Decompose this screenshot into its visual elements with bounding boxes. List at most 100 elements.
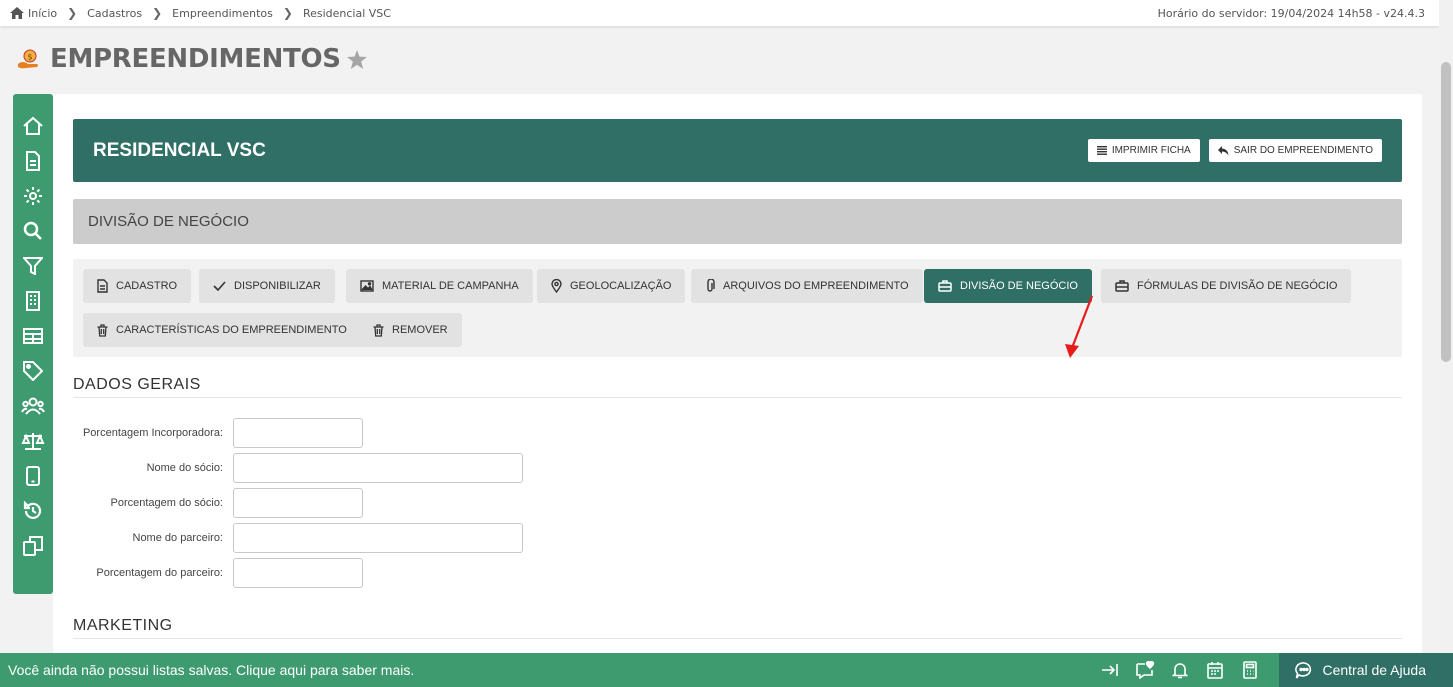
print-sheet-button[interactable]: IMPRIMIR FICHA: [1087, 139, 1200, 162]
print-sheet-label: IMPRIMIR FICHA: [1111, 145, 1191, 156]
calculator-icon[interactable]: [1232, 653, 1267, 687]
tab-remover-label: REMOVER: [392, 324, 448, 336]
tab-disponibilizar-label: DISPONIBILIZAR: [234, 280, 321, 292]
sidebar-item-users[interactable]: [13, 388, 53, 423]
bottom-bar: Você ainda não possui listas salvas. Cli…: [0, 653, 1453, 687]
breadcrumb-inicio[interactable]: Início: [28, 7, 57, 20]
exit-enterprise-button[interactable]: SAIR DO EMPREENDIMENTO: [1208, 139, 1382, 162]
tab-geolocalizacao[interactable]: GEOLOCALIZAÇÃO: [537, 269, 686, 303]
image-icon: [360, 280, 374, 292]
left-sidebar: [13, 94, 53, 594]
chat-bubble-icon: [1295, 661, 1313, 679]
file-icon: [97, 279, 108, 293]
breadcrumb: Início ❯ Cadastros ❯ Empreendimentos ❯ R…: [10, 6, 391, 20]
heart-chat-icon[interactable]: [1127, 653, 1162, 687]
sidebar-item-tag[interactable]: [13, 353, 53, 388]
building-icon: [26, 290, 40, 311]
tab-formulas-de-divisao-de-negocio-label: FÓRMULAS DE DIVISÃO DE NEGÓCIO: [1137, 280, 1338, 292]
section-subheader: DIVISÃO DE NEGÓCIO: [73, 199, 1402, 244]
breadcrumb-empreendimentos[interactable]: Empreendimentos: [172, 7, 273, 20]
main-card: RESIDENCIAL VSC IMPRIMIR FICHA SAIR DO E…: [53, 94, 1422, 654]
field-label: Nome do parceiro:: [132, 532, 224, 544]
tab-remover[interactable]: REMOVER: [359, 313, 462, 347]
check-icon: [213, 281, 226, 291]
svg-text:$: $: [27, 53, 32, 62]
sidebar-item-settings[interactable]: [13, 178, 53, 213]
field-label: Porcentagem Incorporadora:: [82, 427, 223, 439]
tab-caracteristicas-do-empreendimento[interactable]: CARACTERÍSTICAS DO EMPREENDIMENTO: [83, 313, 361, 347]
dados-gerais-heading: DADOS GERAIS: [73, 376, 201, 393]
home-icon: [23, 116, 43, 135]
search-icon: [23, 221, 42, 240]
balance-icon: [21, 432, 45, 450]
sidebar-item-balance[interactable]: [13, 423, 53, 458]
chevron-right-icon: ❯: [152, 6, 163, 20]
filter-icon: [23, 256, 43, 275]
hand-coin-icon: $: [17, 47, 41, 71]
help-center-label: Central de Ajuda: [1322, 662, 1426, 678]
top-bar: Início ❯ Cadastros ❯ Empreendimentos ❯ R…: [0, 0, 1439, 26]
trash-icon: [373, 323, 384, 337]
trash-icon: [97, 323, 108, 337]
sidebar-item-home[interactable]: [13, 108, 53, 143]
enterprise-header: RESIDENCIAL VSC IMPRIMIR FICHA SAIR DO E…: [73, 119, 1402, 182]
tab-divisao-de-negocio-label: DIVISÃO DE NEGÓCIO: [960, 280, 1078, 292]
field-nome-do-socio: Nome do sócio:: [73, 453, 523, 483]
sidebar-item-search[interactable]: [13, 213, 53, 248]
tab-cadastro[interactable]: CADASTRO: [83, 269, 192, 303]
calendar-icon[interactable]: [1197, 653, 1232, 687]
nome-do-socio-input[interactable]: [233, 453, 523, 483]
help-center-button[interactable]: Central de Ajuda: [1279, 653, 1453, 687]
breadcrumb-residencial-vsc[interactable]: Residencial VSC: [303, 7, 391, 20]
tab-arquivos-do-empreendimento[interactable]: ARQUIVOS DO EMPREENDIMENTO: [691, 269, 923, 303]
sidebar-item-building[interactable]: [13, 283, 53, 318]
briefcase-icon: [1115, 280, 1129, 292]
users-icon: [21, 397, 45, 415]
favorite-star-icon[interactable]: [346, 49, 367, 69]
nome-do-parceiro-input[interactable]: [233, 523, 523, 553]
scrollbar-thumb[interactable]: [1441, 62, 1451, 362]
chevron-right-icon: ❯: [67, 6, 78, 20]
server-time: Horário do servidor: 19/04/2024 14h58 - …: [1157, 6, 1425, 20]
tab-material-de-campanha[interactable]: MATERIAL DE CAMPANHA: [346, 269, 533, 303]
marketing-heading: MARKETING: [73, 617, 173, 634]
arrow-to-right-icon[interactable]: [1092, 653, 1127, 687]
sidebar-item-table[interactable]: [13, 318, 53, 353]
tab-formulas-de-divisao-de-negocio[interactable]: FÓRMULAS DE DIVISÃO DE NEGÓCIO: [1101, 269, 1352, 303]
paperclip-icon: [705, 279, 715, 293]
mobile-icon: [26, 465, 40, 486]
tab-disponibilizar[interactable]: DISPONIBILIZAR: [199, 269, 335, 303]
page-header: $ EMPREENDIMENTOS: [17, 44, 367, 74]
list-icon: [1096, 146, 1107, 155]
sidebar-item-document[interactable]: [13, 143, 53, 178]
porcentagem-do-parceiro-input[interactable]: [233, 558, 363, 588]
home-icon: [10, 7, 24, 19]
exit-enterprise-label: SAIR DO EMPREENDIMENTO: [1233, 145, 1373, 156]
field-label: Porcentagem do parceiro:: [96, 567, 223, 579]
sidebar-item-mobile[interactable]: [13, 458, 53, 493]
copy-icon: [23, 535, 43, 556]
saved-lists-message[interactable]: Você ainda não possui listas salvas. Cli…: [0, 662, 414, 678]
page-scrollbar[interactable]: [1439, 0, 1453, 653]
breadcrumb-cadastros[interactable]: Cadastros: [87, 7, 142, 20]
sidebar-item-copy[interactable]: [13, 528, 53, 563]
briefcase-icon: [938, 280, 952, 292]
field-label: Nome do sócio:: [146, 462, 223, 474]
porcentagem-do-socio-input[interactable]: [233, 488, 363, 518]
enterprise-title: RESIDENCIAL VSC: [93, 139, 266, 161]
field-porcentagem-do-parceiro: Porcentagem do parceiro:: [73, 558, 363, 588]
field-porcentagem-incorporadora: Porcentagem Incorporadora:: [73, 418, 363, 448]
sidebar-item-history[interactable]: [13, 493, 53, 528]
bell-icon[interactable]: [1162, 653, 1197, 687]
tag-icon: [23, 360, 43, 381]
divider: [73, 397, 1402, 398]
tab-cadastro-label: CADASTRO: [116, 280, 178, 292]
table-icon: [23, 327, 43, 344]
tab-arquivos-do-empreendimento-label: ARQUIVOS DO EMPREENDIMENTO: [723, 280, 909, 292]
tab-material-de-campanha-label: MATERIAL DE CAMPANHA: [382, 280, 519, 292]
field-porcentagem-do-socio: Porcentagem do sócio:: [73, 488, 363, 518]
porcentagem-incorporadora-input[interactable]: [233, 418, 363, 448]
sidebar-item-filter[interactable]: [13, 248, 53, 283]
chevron-right-icon: ❯: [282, 6, 293, 20]
divider: [73, 638, 1402, 639]
